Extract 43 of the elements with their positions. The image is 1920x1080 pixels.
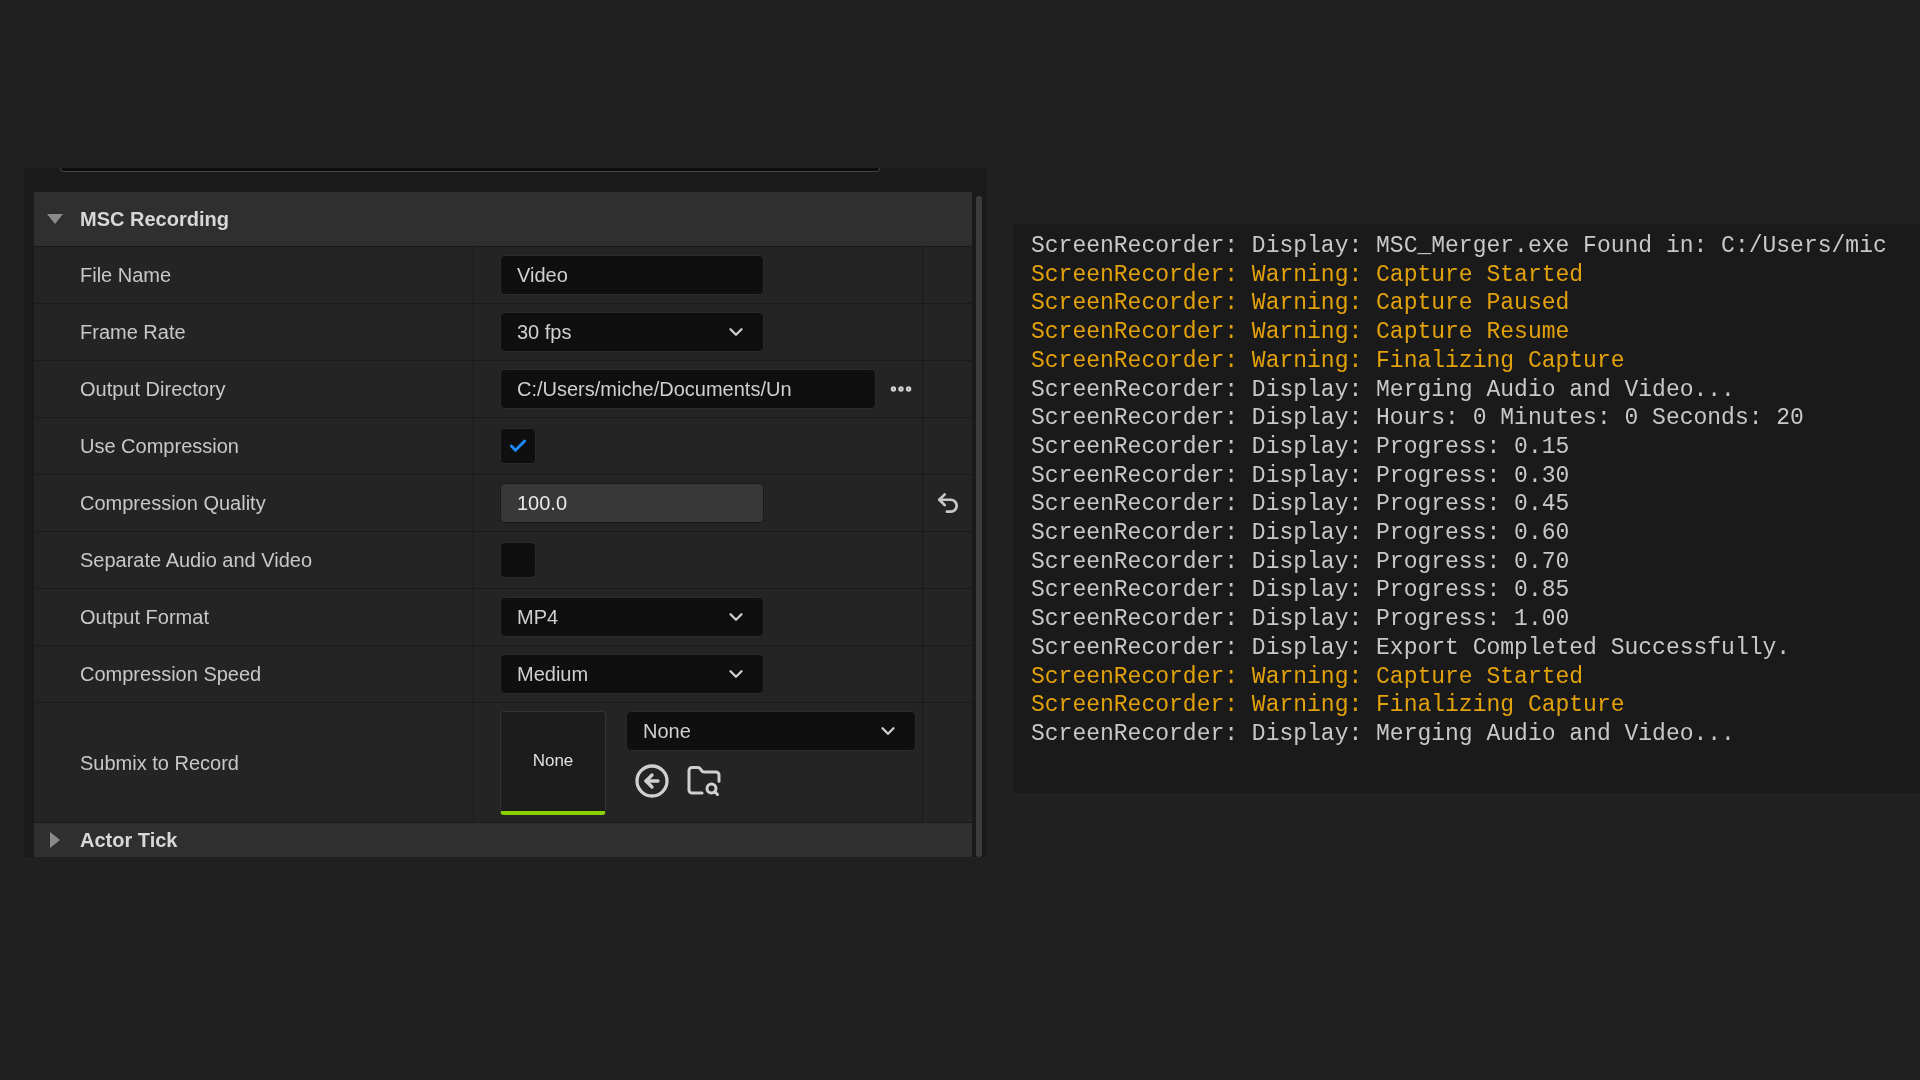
property-label: File Name <box>80 263 172 288</box>
asset-thumbnail[interactable]: None <box>500 710 606 815</box>
log-line: ScreenRecorder: Display: Progress: 0.30 <box>1031 461 1571 491</box>
dropdown[interactable]: 30 fps <box>500 312 764 352</box>
log-line: ScreenRecorder: Display: Merging Audio and Video... <box>1031 375 1736 405</box>
path-field[interactable]: C:/Users/miche/Documents/Un <box>500 369 876 409</box>
section-title: Actor Tick <box>80 828 178 853</box>
property-label: Use Compression <box>80 434 239 459</box>
log-line: ScreenRecorder: Display: Export Completed Successfully. <box>1031 633 1792 663</box>
warning-log-line: ScreenRecorder: Warning: Capture Started <box>1031 662 1585 692</box>
property-label: Separate Audio and Video <box>80 548 313 573</box>
checkbox[interactable] <box>500 428 536 464</box>
warning-log-line: ScreenRecorder: Warning: Capture Resume <box>1031 318 1571 347</box>
log-line: ScreenRecorder: Display: Progress: 0.70 <box>1031 547 1571 577</box>
warning-log-line: ScreenRecorder: Warning: Finalizing Capture <box>1031 346 1626 376</box>
dropdown[interactable]: MP4 <box>500 597 764 637</box>
scrollbar[interactable] <box>976 196 982 857</box>
warning-log-line: ScreenRecorder: Warning: Capture Paused <box>1031 289 1571 319</box>
log-line: ScreenRecorder: Display: Progress: 0.60 <box>1031 519 1571 548</box>
log-line: ScreenRecorder: Display: Progress: 0.85 <box>1031 576 1571 606</box>
log-line: ScreenRecorder: Display: Progress: 1.00 <box>1031 605 1571 634</box>
use-selected-icon[interactable] <box>634 762 670 799</box>
log-line: ScreenRecorder: Display: MSC_Merger.exe Found in: C:/Users/mic <box>1031 232 1888 261</box>
property-label: Output Directory <box>80 377 226 402</box>
property-label: Frame Rate <box>80 320 186 345</box>
property-label: Output Format <box>80 605 209 630</box>
checkbox[interactable] <box>500 542 536 578</box>
property-label: Submix to Record <box>80 750 239 776</box>
dropdown[interactable]: Medium <box>500 654 764 694</box>
number-field[interactable]: 100.0 <box>500 483 764 523</box>
warning-log-line: ScreenRecorder: Warning: Capture Started <box>1031 260 1585 290</box>
property-label: Compression Quality <box>80 491 266 516</box>
log-line: ScreenRecorder: Display: Merging Audio and Video... <box>1031 719 1736 749</box>
log-line: ScreenRecorder: Display: Progress: 0.45 <box>1031 490 1571 520</box>
log-line: ScreenRecorder: Display: Progress: 0.15 <box>1031 432 1571 462</box>
property-label: Compression Speed <box>80 662 262 687</box>
section-title: MSC Recording <box>80 207 229 232</box>
section-header[interactable]: MSC Recording <box>34 192 972 247</box>
text-field[interactable]: Video <box>500 255 764 295</box>
section-header[interactable]: Actor Tick <box>34 823 972 857</box>
asset-dropdown[interactable]: None <box>626 710 916 751</box>
log-line: ScreenRecorder: Display: Hours: 0 Minutes: 0 Seconds: 20 <box>1031 404 1805 433</box>
warning-log-line: ScreenRecorder: Warning: Finalizing Capture <box>1031 691 1626 720</box>
